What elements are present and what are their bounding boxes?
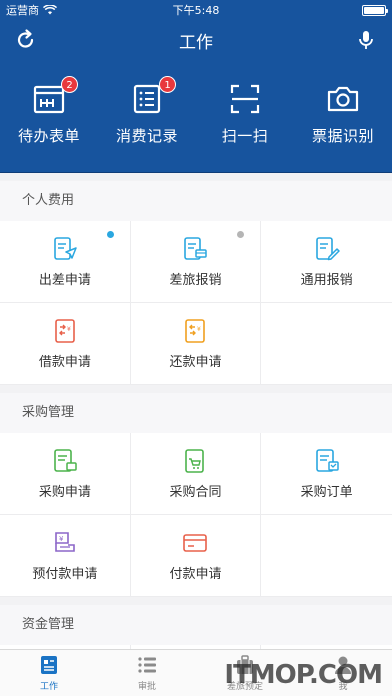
grid-item-label: 预付款申请 bbox=[32, 567, 98, 582]
travel-request-icon bbox=[54, 237, 77, 260]
grid-item[interactable]: 出差申请 bbox=[0, 221, 131, 303]
quick-action-label: 消费记录 bbox=[115, 127, 178, 145]
grid-item-label: 采购订单 bbox=[300, 485, 353, 500]
refresh-icon[interactable] bbox=[14, 28, 38, 52]
notification-dot bbox=[106, 231, 114, 238]
grid-item[interactable]: 差旅报销 bbox=[130, 221, 262, 303]
grid-item-label: 出差申请 bbox=[38, 273, 91, 288]
purchase-request-icon bbox=[54, 449, 77, 472]
personal-expense-grid: 出差申请 差旅报销 通用报销 ¥ 借款申请 ¥ 还款申请 bbox=[0, 221, 392, 385]
grid-item-label: 采购申请 bbox=[38, 485, 91, 500]
watermark-logo: ITMOP.COM bbox=[224, 660, 383, 690]
app-screen: 运营商 下午5:48 工作 2 待办表单 1 消费记录 扫一扫 票据识别 个人费… bbox=[0, 0, 392, 696]
svg-text:¥: ¥ bbox=[59, 535, 64, 543]
grid-item[interactable]: 采购申请 bbox=[0, 433, 131, 515]
page-title: 工作 bbox=[179, 32, 213, 53]
header: 运营商 下午5:48 工作 2 待办表单 1 消费记录 扫一扫 票据识别 bbox=[0, 0, 392, 173]
quick-actions: 2 待办表单 1 消费记录 扫一扫 票据识别 bbox=[0, 60, 392, 173]
nav-bar: 工作 bbox=[0, 20, 392, 60]
grid-item[interactable]: ¥ 借款申请 bbox=[0, 303, 131, 385]
general-reimburse-icon bbox=[315, 237, 340, 261]
tab-work[interactable]: 工作 bbox=[0, 650, 98, 696]
grid-item[interactable]: 通用报销 bbox=[261, 221, 392, 303]
grid-item-label: 借款申请 bbox=[38, 355, 91, 370]
status-bar: 运营商 下午5:48 bbox=[0, 0, 392, 20]
approval-icon bbox=[138, 657, 156, 673]
loan-request-icon: ¥ bbox=[55, 319, 75, 343]
repay-request-icon: ¥ bbox=[185, 319, 206, 343]
consumption-badge: 1 bbox=[159, 76, 176, 93]
purchase-contract-icon bbox=[185, 449, 205, 473]
work-icon bbox=[41, 656, 57, 674]
quick-action-label: 待办表单 bbox=[17, 127, 80, 145]
purchasing-grid: 采购申请 采购合同 采购订单 ¥ 预付款申请 付款申请 bbox=[0, 433, 392, 597]
svg-text:¥: ¥ bbox=[197, 326, 201, 333]
quick-action-scan[interactable]: 扫一扫 bbox=[196, 82, 294, 172]
travel-reimburse-icon bbox=[184, 237, 208, 260]
tab-label: 工作 bbox=[39, 682, 58, 692]
grid-item-label: 通用报销 bbox=[300, 273, 353, 288]
payment-icon bbox=[183, 534, 208, 552]
section-title-purchasing: 采购管理 bbox=[0, 393, 392, 433]
grid-item[interactable]: ¥ 预付款申请 bbox=[0, 515, 131, 597]
grid-item-label: 采购合同 bbox=[169, 485, 222, 500]
grid-item-label: 还款申请 bbox=[169, 355, 222, 370]
pending-badge: 2 bbox=[61, 76, 78, 93]
microphone-icon[interactable] bbox=[354, 28, 378, 52]
section-title-personal: 个人费用 bbox=[0, 181, 392, 221]
battery-icon bbox=[362, 4, 388, 16]
grid-item-label: 差旅报销 bbox=[169, 273, 222, 288]
quick-action-pending-forms[interactable]: 2 待办表单 bbox=[0, 76, 98, 172]
grid-item-label: 付款申请 bbox=[169, 567, 222, 582]
purchase-order-icon bbox=[315, 449, 339, 472]
grid-cell-empty bbox=[261, 515, 392, 597]
tab-approval[interactable]: 审批 bbox=[98, 650, 196, 696]
quick-action-consumption[interactable]: 1 消费记录 bbox=[98, 76, 196, 172]
section-title-funds: 资金管理 bbox=[0, 605, 392, 645]
prepayment-icon: ¥ bbox=[55, 532, 75, 552]
grid-item[interactable]: 付款申请 bbox=[130, 515, 262, 597]
svg-text:¥: ¥ bbox=[67, 326, 71, 333]
camera-icon bbox=[327, 86, 359, 112]
grid-item[interactable]: 采购合同 bbox=[130, 433, 262, 515]
grid-cell-empty bbox=[261, 303, 392, 385]
quick-action-label: 扫一扫 bbox=[221, 127, 269, 145]
quick-action-receipt-recognition[interactable]: 票据识别 bbox=[294, 82, 392, 172]
status-time: 下午5:48 bbox=[172, 4, 220, 17]
grid-item[interactable]: ¥ 还款申请 bbox=[130, 303, 262, 385]
quick-action-label: 票据识别 bbox=[311, 127, 374, 145]
scan-icon bbox=[230, 84, 260, 114]
notification-dot bbox=[237, 231, 245, 238]
tab-label: 审批 bbox=[137, 682, 156, 692]
grid-item[interactable]: 采购订单 bbox=[261, 433, 392, 515]
